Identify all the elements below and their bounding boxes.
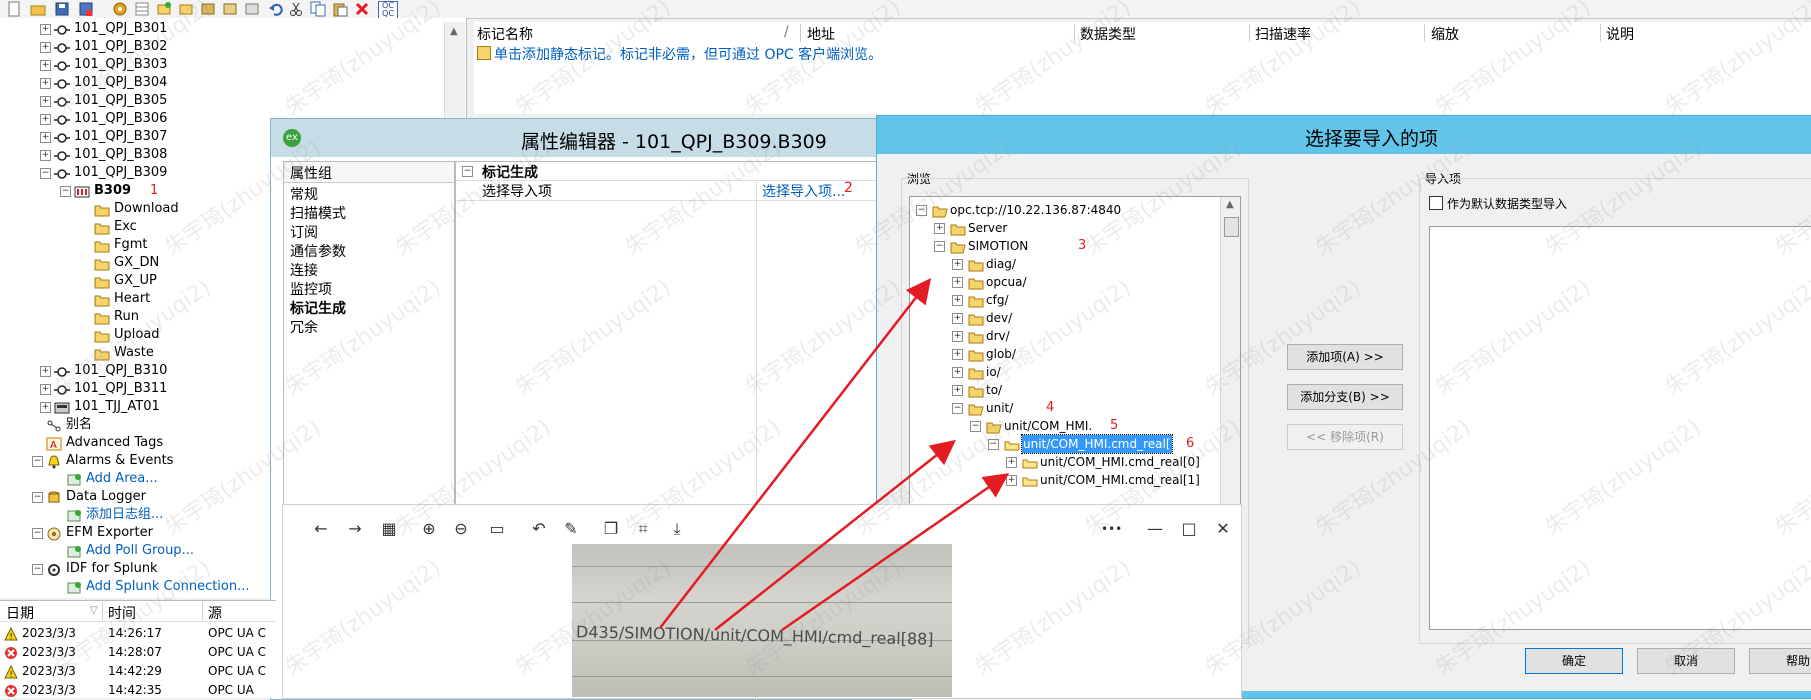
arrow-to-simotion [659,278,932,629]
annotation-arrows [659,278,1010,632]
arrow-to-com-hmi [781,473,1010,632]
